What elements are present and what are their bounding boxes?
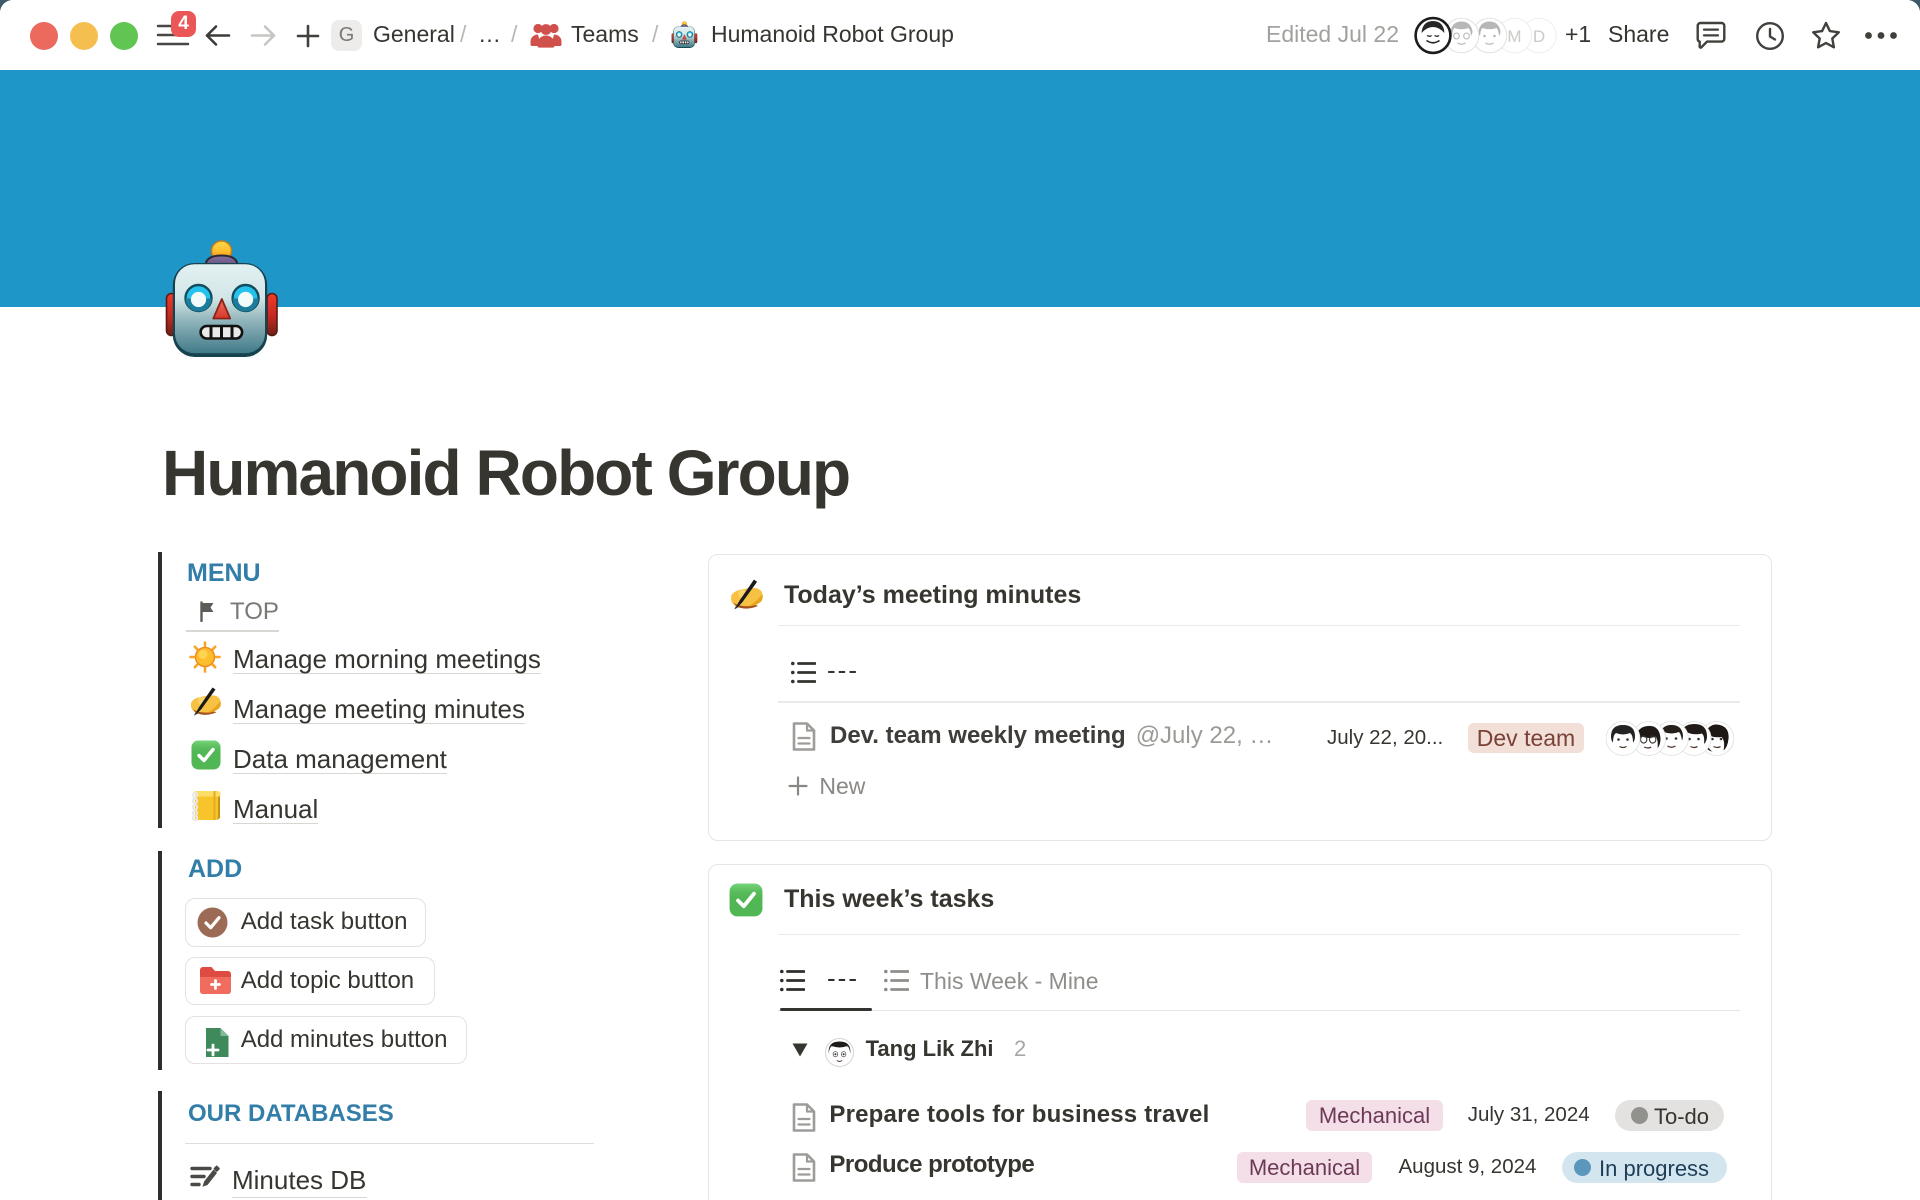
svg-text:D: D: [1533, 27, 1545, 46]
svg-text:M: M: [1507, 27, 1521, 46]
